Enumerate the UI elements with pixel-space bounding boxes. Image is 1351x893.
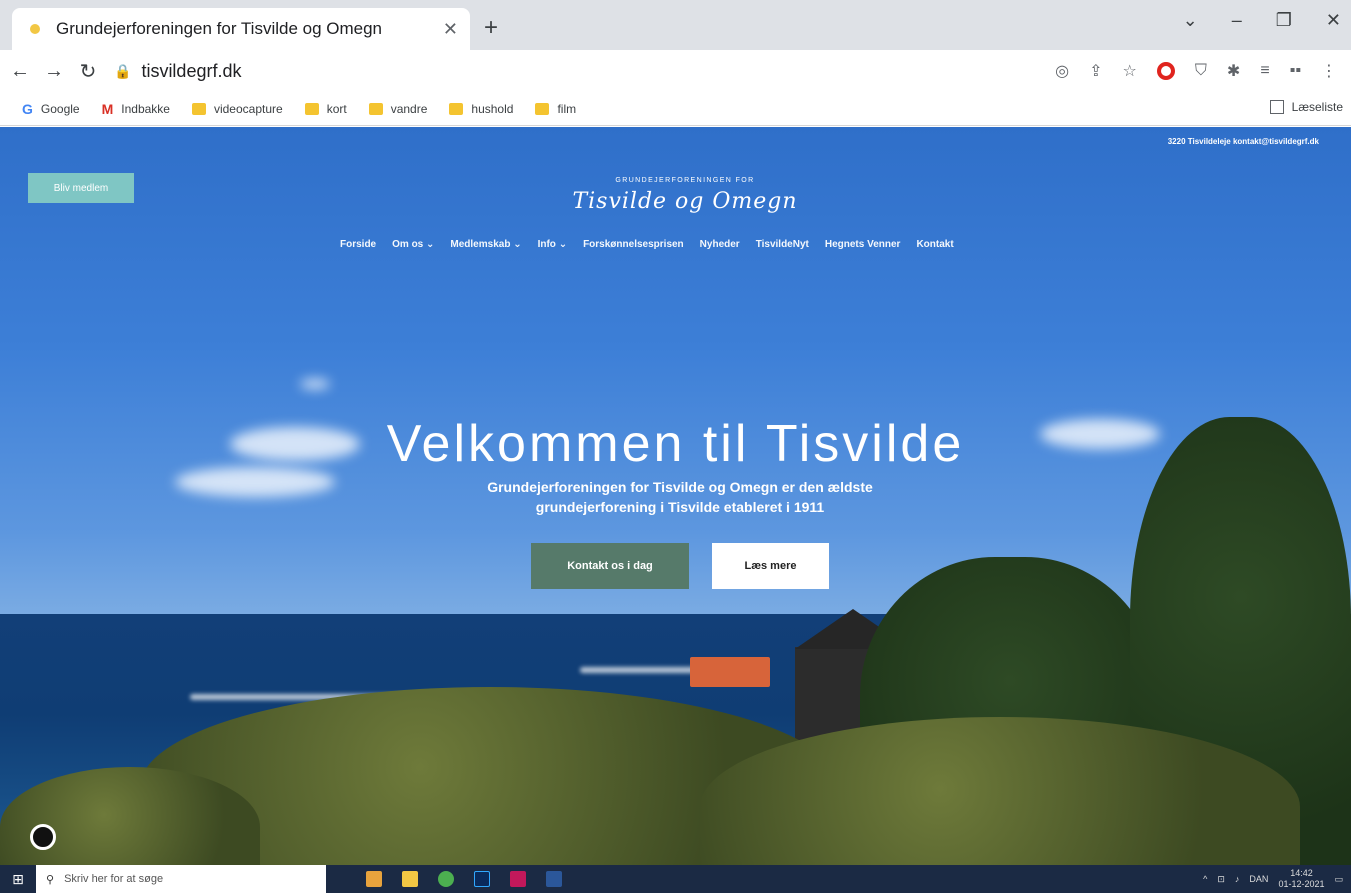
volume-icon[interactable]: ♪ [1235, 874, 1240, 884]
bookmark-google[interactable]: G Google [22, 101, 80, 117]
nav-nyheder[interactable]: Nyheder [700, 239, 740, 250]
star-icon[interactable]: ☆ [1123, 61, 1137, 81]
nav-hegnets-venner[interactable]: Hegnets Venner [825, 239, 901, 250]
clock-time: 14:42 [1290, 868, 1313, 878]
back-icon[interactable]: ← [6, 60, 34, 83]
queue-icon[interactable]: ≡ [1260, 62, 1269, 80]
bookmark-kort[interactable]: kort [304, 101, 347, 116]
main-navigation: Forside Om os ⌄ Medlemskab ⌄ Info ⌄ Fors… [340, 239, 954, 250]
toolbar-icons: ◎ ⇪ ☆ ⛉ ✱ ≡ ▪▪ ⋮ [1055, 61, 1351, 81]
taskbar-apps [366, 871, 562, 887]
share-icon[interactable]: ⇪ [1089, 61, 1102, 81]
folder-icon [535, 102, 550, 115]
bookmark-label: vandre [390, 101, 428, 116]
hero-title: Velkommen til Tisvilde [386, 415, 965, 473]
minimize-icon[interactable]: – [1232, 10, 1242, 31]
restore-icon[interactable]: ❐ [1276, 10, 1292, 31]
file-explorer-icon[interactable] [402, 871, 418, 887]
photoshop-icon[interactable] [474, 871, 490, 887]
bookmark-label: hushold [471, 101, 514, 116]
search-placeholder: Skriv her for at søge [64, 873, 164, 885]
cloud [300, 379, 330, 389]
chat-icon[interactable] [30, 824, 56, 850]
nav-forside[interactable]: Forside [340, 239, 376, 250]
google-icon: G [22, 100, 33, 117]
contact-info[interactable]: 3220 Tisvildeleje kontakt@tisvildegrf.dk [1168, 137, 1319, 146]
join-button[interactable]: Bliv medlem [28, 173, 134, 203]
reading-list-label: Læseliste [1291, 100, 1343, 114]
reload-icon[interactable]: ↻ [74, 59, 102, 84]
favicon-icon [30, 24, 40, 34]
search-icon: ⚲ [46, 873, 55, 886]
nav-medlemskab[interactable]: Medlemskab ⌄ [450, 239, 521, 250]
read-more-button[interactable]: Læs mere [712, 543, 829, 589]
tab-search-icon[interactable]: ⌄ [1183, 10, 1198, 31]
logo-subtitle[interactable]: GRUNDEJERFORENINGEN FOR [570, 177, 800, 184]
bookmark-label: Indbakke [121, 101, 170, 116]
folder-icon [449, 102, 464, 115]
notifications-icon[interactable]: ▭ [1334, 874, 1343, 885]
address-bar[interactable]: 🔒 tisvildegrf.dk [114, 54, 1055, 88]
forward-icon[interactable]: → [40, 60, 68, 83]
chrome-icon[interactable] [438, 871, 454, 887]
taskbar: ⊞ ⚲ Skriv her for at søge ^ ⊡ ♪ DAN 14:4… [0, 865, 1351, 893]
bookmark-label: film [557, 101, 577, 116]
bookmark-inbox[interactable]: M Indbakke [102, 101, 170, 117]
logo-title[interactable]: Tisvilde og Omegn [545, 189, 825, 214]
nav-forskonnelsesprisen[interactable]: Forskønnelsesprisen [583, 239, 684, 250]
reading-list-icon [1269, 100, 1284, 114]
windows-start-icon[interactable]: ⊞ [0, 871, 36, 888]
folder-icon [191, 102, 206, 115]
taskbar-search[interactable]: ⚲ Skriv her for at søge [36, 865, 326, 893]
hero-subtitle: Grundejerforeningen for Tisvilde og Omeg… [487, 479, 873, 515]
eye-off-icon[interactable]: ◎ [1055, 61, 1069, 81]
reading-list[interactable]: Læseliste [1269, 100, 1343, 114]
opera-icon[interactable] [1156, 62, 1175, 80]
network-icon[interactable]: ⊡ [1217, 874, 1225, 885]
close-tab-icon[interactable]: ✕ [443, 19, 458, 40]
folder-icon [368, 102, 383, 115]
clock[interactable]: 14:42 01-12-2021 [1278, 868, 1324, 890]
hero-section: 3220 Tisvildeleje kontakt@tisvildegrf.dk… [0, 127, 1351, 865]
tab-title: Grundejerforeningen for Tisvilde og Omeg… [56, 19, 383, 38]
bookmark-label: videocapture [213, 101, 283, 116]
bookmark-hushold[interactable]: hushold [449, 102, 513, 116]
contact-button[interactable]: Kontakt os i dag [531, 543, 689, 589]
window-controls: ⌄ – ❐ ✕ [1183, 10, 1341, 31]
bookmark-videocapture[interactable]: videocapture [191, 101, 283, 116]
shield-icon[interactable]: ⛉ [1195, 62, 1207, 80]
widgets-icon[interactable] [366, 871, 382, 887]
menu-icon[interactable]: ⋮ [1321, 61, 1337, 81]
bookmark-label: kort [326, 101, 347, 116]
word-icon[interactable] [546, 871, 562, 887]
gmail-icon: M [101, 100, 114, 117]
close-window-icon[interactable]: ✕ [1326, 10, 1341, 31]
browser-tab[interactable]: Grundejerforeningen for Tisvilde og Omeg… [12, 8, 470, 50]
system-tray: ^ ⊡ ♪ DAN 14:42 01-12-2021 ▭ [1203, 865, 1343, 893]
bookmarks-bar: G Google M Indbakke videocapture kort va… [0, 92, 1351, 126]
app-icon[interactable] [510, 871, 526, 887]
browser-tab-bar: Grundejerforeningen for Tisvilde og Omeg… [0, 0, 1351, 50]
nav-om-os[interactable]: Om os ⌄ [392, 239, 434, 250]
url-text: tisvildegrf.dk [141, 60, 242, 81]
bookmark-film[interactable]: film [535, 102, 576, 116]
bookmark-label: Google [40, 101, 80, 116]
browser-toolbar: ← → ↻ 🔒 tisvildegrf.dk ◎ ⇪ ☆ ⛉ ✱ ≡ ▪▪ ⋮ [0, 50, 1351, 92]
lock-icon[interactable]: 🔒 [114, 63, 131, 80]
bookmark-vandre[interactable]: vandre [368, 101, 428, 116]
new-tab-icon[interactable]: + [484, 14, 498, 42]
nav-info[interactable]: Info ⌄ [538, 239, 567, 250]
profile-icon[interactable]: ▪▪ [1290, 62, 1301, 80]
clock-date: 01-12-2021 [1278, 879, 1325, 889]
red-roof [690, 657, 770, 687]
nav-kontakt[interactable]: Kontakt [916, 239, 953, 250]
tray-chevron-icon[interactable]: ^ [1203, 874, 1207, 884]
folder-icon [304, 102, 319, 115]
language-indicator[interactable]: DAN [1249, 874, 1268, 884]
nav-tisvildenyt[interactable]: TisvildeNyt [756, 239, 809, 250]
extensions-icon[interactable]: ✱ [1227, 61, 1240, 81]
